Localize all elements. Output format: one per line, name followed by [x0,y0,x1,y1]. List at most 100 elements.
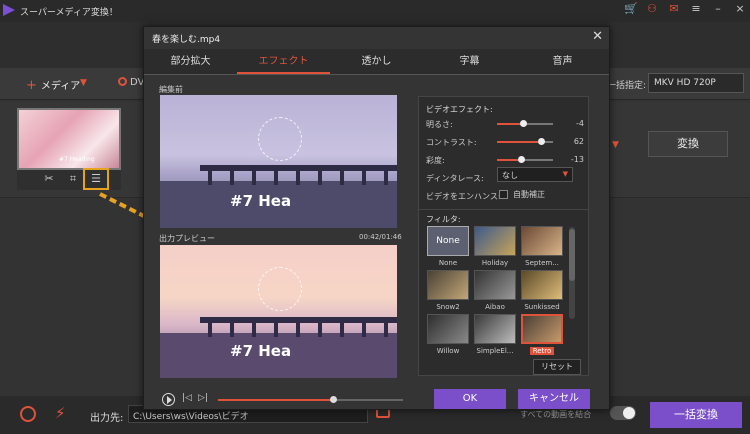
brightness-row: 明るさ: -4 [426,117,586,131]
filter-item-selected[interactable]: Retro [521,314,563,355]
original-preview: #7 Hea [160,95,397,228]
deinterlace-select[interactable]: なし ▼ [497,167,573,182]
filter-name: Holiday [481,259,509,267]
filter-item[interactable]: Willow [427,314,469,355]
saturation-label: 彩度: [426,156,445,165]
enhance-label: ビデオをエンハンス: [426,192,501,201]
speed-icon[interactable]: ⚡ [55,404,66,422]
dialog-close-icon[interactable]: ✕ [592,29,603,44]
original-preview-title: #7 Hea [230,192,292,210]
window-controls: 🛒 ⚇ ✉ ≡ – × [624,3,746,15]
load-dvd-button[interactable]: DV [118,77,144,88]
seek-bar-progress [218,399,333,401]
filter-item[interactable]: None None [427,226,469,267]
play-icon[interactable] [162,393,175,406]
app-window: スーパーメディア変換！ 🛒 ⚇ ✉ ≡ – × + メディア ▼ DV 一括指定:… [0,0,750,434]
tab-effects[interactable]: エフェクト [237,49,330,74]
contrast-row: コントラスト: 62 [426,135,586,149]
tab-audio[interactable]: 音声 [516,49,609,74]
filter-thumbnail: None [427,226,469,256]
saturation-slider[interactable] [497,156,553,163]
auto-enhance-checkbox[interactable] [499,190,508,199]
before-label: 編集前 [159,85,183,94]
watermark-bird-icon [258,117,302,161]
chevron-down-icon: ▼ [562,170,568,178]
add-media-button[interactable]: + メディア [26,77,80,93]
saturation-slider-handle[interactable] [517,156,525,163]
filter-scrollbar[interactable] [569,227,575,319]
cart-icon[interactable]: 🛒 [624,3,638,15]
merge-label: すべての動画を結合 [520,410,592,419]
user-icon[interactable]: ⚇ [646,3,658,15]
contrast-label: コントラスト: [426,138,477,147]
filter-item[interactable]: SimpleEl... [474,314,516,355]
trim-icon[interactable]: ✂ [42,172,56,186]
contrast-value: 62 [573,137,584,146]
schedule-icon[interactable] [20,406,36,422]
filter-item[interactable]: Snow2 [427,270,469,311]
deinterlace-value: なし [502,171,518,180]
filter-thumbnail [474,226,516,256]
next-frame-icon[interactable]: ▷| [198,393,208,403]
menu-icon[interactable]: ≡ [690,3,702,15]
tab-zoom[interactable]: 部分拡大 [144,49,237,74]
auto-enhance-label: 自動補正 [513,190,545,199]
deinterlace-label: ディンタレース: [426,174,484,183]
brightness-slider-handle[interactable] [520,120,528,127]
edit-dialog: 春を楽しむ.mp4 ✕ 部分拡大 エフェクト 透かし 字幕 音声 編集前 #7 … [143,26,610,410]
filter-item[interactable]: Holiday [474,226,516,267]
filter-item[interactable]: Septem... [521,226,563,267]
batch-format-label: 一括指定: [607,81,647,91]
add-media-dropdown-icon[interactable]: ▼ [80,78,87,88]
filter-item[interactable]: Aibao [474,270,516,311]
brightness-slider[interactable] [497,120,553,127]
filter-name: Willow [436,347,460,355]
tab-watermark[interactable]: 透かし [330,49,423,74]
filter-thumbnail [521,314,563,344]
add-media-label: メディア [40,81,81,92]
dvd-icon [118,77,127,86]
title-bar: スーパーメディア変換！ 🛒 ⚇ ✉ ≡ – × [0,0,750,22]
dialog-title: 春を楽しむ.mp4 [152,35,221,45]
ok-button[interactable]: OK [434,389,506,409]
app-logo-icon [3,4,15,16]
playback-controls: |◁ ▷| [162,393,403,407]
filter-item[interactable]: Sunkissed [521,270,563,311]
output-preview: #7 Hea [160,245,397,378]
filter-name: Septem... [525,259,559,267]
seek-handle[interactable] [329,396,337,403]
previous-frame-icon[interactable]: |◁ [182,393,192,403]
output-label: 出力先: [90,413,124,424]
filter-thumbnail [427,270,469,300]
contrast-slider[interactable] [497,138,553,145]
saturation-slider-fill [497,159,521,161]
crop-icon[interactable]: ⌗ [66,172,80,186]
output-format-select[interactable]: MKV HD 720P [648,73,744,93]
seek-bar[interactable] [218,396,403,403]
filter-thumbnail [427,314,469,344]
plus-icon: + [26,78,37,93]
contrast-slider-handle[interactable] [537,138,545,145]
brightness-value: -4 [576,119,584,128]
scrollbar-thumb[interactable] [569,229,575,281]
tab-subtitles[interactable]: 字幕 [423,49,516,74]
video-effects-heading: ビデオエフェクト: [426,105,493,114]
filter-thumbnail [521,270,563,300]
saturation-row: 彩度: -13 [426,153,586,167]
reset-button[interactable]: リセット [533,359,581,375]
video-thumbnail[interactable]: #7 Heading [17,108,121,170]
close-icon[interactable]: × [734,3,746,15]
convert-all-button[interactable]: 一括変換 [650,402,742,428]
merge-toggle[interactable] [610,406,636,420]
output-preview-label: 出力プレビュー [159,234,215,243]
feedback-icon[interactable]: ✉ [668,3,680,15]
minimize-icon[interactable]: – [712,3,724,15]
effects-panel: ビデオエフェクト: 明るさ: -4 コントラスト: 62 彩度: -13 ディン… [418,96,589,376]
row-dropdown-icon[interactable]: ▼ [612,140,619,150]
filter-thumbnail [474,270,516,300]
saturation-value: -13 [570,155,584,164]
convert-button[interactable]: 変換 [648,131,728,157]
filter-thumbnail [521,226,563,256]
divider [419,209,588,210]
cancel-button[interactable]: キャンセル [518,389,590,409]
